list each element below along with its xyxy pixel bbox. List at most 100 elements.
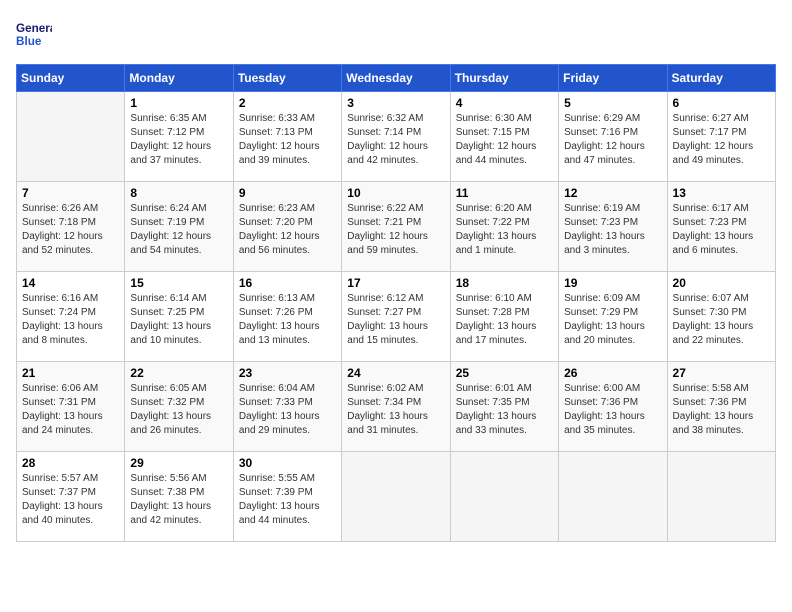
day-cell: 26Sunrise: 6:00 AM Sunset: 7:36 PM Dayli… — [559, 362, 667, 452]
day-info: Sunrise: 6:33 AM Sunset: 7:13 PM Dayligh… — [239, 112, 336, 168]
weekday-header-wednesday: Wednesday — [342, 65, 450, 92]
day-info: Sunrise: 6:06 AM Sunset: 7:31 PM Dayligh… — [22, 382, 119, 438]
day-cell: 7 Sunrise: 6:26 AM Sunset: 7:18 PM Daylig… — [17, 182, 125, 272]
day-cell: 24 Sunrise: 6:02 AM Sunset: 7:34 PM Dayli… — [342, 362, 450, 452]
day-number: 15 — [130, 276, 227, 290]
page-header: General Blue — [16, 16, 776, 52]
day-info: Sunrise: 6:10 AM Sunset: 7:28 PM Dayligh… — [456, 292, 553, 348]
day-number: 19 — [564, 276, 661, 290]
day-info: Sunrise: 5:56 AM Sunset: 7:38 PM Dayligh… — [130, 472, 227, 528]
week-row-5: 28 Sunrise: 5:57 AM Sunset: 7:37 PM Dayli… — [17, 452, 776, 542]
svg-text:Blue: Blue — [16, 35, 42, 48]
week-row-3: 14 Sunrise: 6:16 AM Sunset: 7:24 PM Dayli… — [17, 272, 776, 362]
day-info: Sunrise: 6:23 AM Sunset: 7:20 PM Dayligh… — [239, 202, 336, 258]
day-cell: 18 Sunrise: 6:10 AM Sunset: 7:28 PM Dayli… — [450, 272, 558, 362]
day-number: 3 — [347, 96, 444, 110]
day-cell: 17 Sunrise: 6:12 AM Sunset: 7:27 PM Dayli… — [342, 272, 450, 362]
day-number: 9 — [239, 186, 336, 200]
day-cell — [17, 92, 125, 182]
day-info: Sunrise: 6:02 AM Sunset: 7:34 PM Dayligh… — [347, 382, 444, 438]
weekday-header-monday: Monday — [125, 65, 233, 92]
day-cell: 25 Sunrise: 6:01 AM Sunset: 7:35 PM Dayli… — [450, 362, 558, 452]
day-cell: 2 Sunrise: 6:33 AM Sunset: 7:13 PM Daylig… — [233, 92, 341, 182]
day-cell: 12Sunrise: 6:19 AM Sunset: 7:23 PM Dayli… — [559, 182, 667, 272]
day-cell: 3 Sunrise: 6:32 AM Sunset: 7:14 PM Daylig… — [342, 92, 450, 182]
day-cell: 22 Sunrise: 6:05 AM Sunset: 7:32 PM Dayli… — [125, 362, 233, 452]
day-number: 7 — [22, 186, 119, 200]
day-number: 18 — [456, 276, 553, 290]
day-info: Sunrise: 5:57 AM Sunset: 7:37 PM Dayligh… — [22, 472, 119, 528]
day-number: 28 — [22, 456, 119, 470]
day-cell: 23 Sunrise: 6:04 AM Sunset: 7:33 PM Dayli… — [233, 362, 341, 452]
day-info: Sunrise: 6:16 AM Sunset: 7:24 PM Dayligh… — [22, 292, 119, 348]
day-cell: 9 Sunrise: 6:23 AM Sunset: 7:20 PM Daylig… — [233, 182, 341, 272]
day-number: 1 — [130, 96, 227, 110]
day-number: 2 — [239, 96, 336, 110]
day-info: Sunrise: 6:17 AM Sunset: 7:23 PM Dayligh… — [673, 202, 770, 258]
day-cell: 4 Sunrise: 6:30 AM Sunset: 7:15 PM Daylig… — [450, 92, 558, 182]
day-number: 12 — [564, 186, 661, 200]
day-cell: 6 Sunrise: 6:27 AM Sunset: 7:17 PM Daylig… — [667, 92, 775, 182]
day-number: 22 — [130, 366, 227, 380]
day-number: 23 — [239, 366, 336, 380]
day-info: Sunrise: 6:04 AM Sunset: 7:33 PM Dayligh… — [239, 382, 336, 438]
day-number: 10 — [347, 186, 444, 200]
day-cell: 16Sunrise: 6:13 AM Sunset: 7:26 PM Dayli… — [233, 272, 341, 362]
calendar-table: SundayMondayTuesdayWednesdayThursdayFrid… — [16, 64, 776, 542]
weekday-header-thursday: Thursday — [450, 65, 558, 92]
day-info: Sunrise: 6:01 AM Sunset: 7:35 PM Dayligh… — [456, 382, 553, 438]
day-info: Sunrise: 6:20 AM Sunset: 7:22 PM Dayligh… — [456, 202, 553, 258]
day-cell — [450, 452, 558, 542]
day-number: 20 — [673, 276, 770, 290]
day-number: 30 — [239, 456, 336, 470]
day-number: 13 — [673, 186, 770, 200]
logo-icon: General Blue — [16, 16, 52, 52]
day-cell: 8Sunrise: 6:24 AM Sunset: 7:19 PM Daylig… — [125, 182, 233, 272]
day-info: Sunrise: 6:26 AM Sunset: 7:18 PM Dayligh… — [22, 202, 119, 258]
day-number: 25 — [456, 366, 553, 380]
day-number: 4 — [456, 96, 553, 110]
day-cell — [667, 452, 775, 542]
weekday-header-friday: Friday — [559, 65, 667, 92]
day-info: Sunrise: 6:13 AM Sunset: 7:26 PM Dayligh… — [239, 292, 336, 348]
weekday-header-saturday: Saturday — [667, 65, 775, 92]
day-info: Sunrise: 6:14 AM Sunset: 7:25 PM Dayligh… — [130, 292, 227, 348]
day-number: 24 — [347, 366, 444, 380]
day-cell: 30 Sunrise: 5:55 AM Sunset: 7:39 PM Dayli… — [233, 452, 341, 542]
day-info: Sunrise: 6:27 AM Sunset: 7:17 PM Dayligh… — [673, 112, 770, 168]
day-cell: 20Sunrise: 6:07 AM Sunset: 7:30 PM Dayli… — [667, 272, 775, 362]
day-cell: 21 Sunrise: 6:06 AM Sunset: 7:31 PM Dayli… — [17, 362, 125, 452]
day-cell: 19 Sunrise: 6:09 AM Sunset: 7:29 PM Dayli… — [559, 272, 667, 362]
day-cell: 14 Sunrise: 6:16 AM Sunset: 7:24 PM Dayli… — [17, 272, 125, 362]
day-cell: 10 Sunrise: 6:22 AM Sunset: 7:21 PM Dayli… — [342, 182, 450, 272]
day-cell — [342, 452, 450, 542]
day-info: Sunrise: 5:58 AM Sunset: 7:36 PM Dayligh… — [673, 382, 770, 438]
day-cell: 5Sunrise: 6:29 AM Sunset: 7:16 PM Daylig… — [559, 92, 667, 182]
day-info: Sunrise: 6:09 AM Sunset: 7:29 PM Dayligh… — [564, 292, 661, 348]
weekday-header-sunday: Sunday — [17, 65, 125, 92]
day-number: 14 — [22, 276, 119, 290]
day-cell — [559, 452, 667, 542]
day-info: Sunrise: 6:30 AM Sunset: 7:15 PM Dayligh… — [456, 112, 553, 168]
day-info: Sunrise: 6:22 AM Sunset: 7:21 PM Dayligh… — [347, 202, 444, 258]
day-info: Sunrise: 6:35 AM Sunset: 7:12 PM Dayligh… — [130, 112, 227, 168]
day-number: 8 — [130, 186, 227, 200]
day-info: Sunrise: 6:29 AM Sunset: 7:16 PM Dayligh… — [564, 112, 661, 168]
day-number: 27 — [673, 366, 770, 380]
day-info: Sunrise: 6:05 AM Sunset: 7:32 PM Dayligh… — [130, 382, 227, 438]
day-cell: 29 Sunrise: 5:56 AM Sunset: 7:38 PM Dayli… — [125, 452, 233, 542]
day-number: 6 — [673, 96, 770, 110]
day-number: 26 — [564, 366, 661, 380]
week-row-1: 1 Sunrise: 6:35 AM Sunset: 7:12 PM Daylig… — [17, 92, 776, 182]
day-info: Sunrise: 6:12 AM Sunset: 7:27 PM Dayligh… — [347, 292, 444, 348]
day-info: Sunrise: 5:55 AM Sunset: 7:39 PM Dayligh… — [239, 472, 336, 528]
day-number: 17 — [347, 276, 444, 290]
day-cell: 11Sunrise: 6:20 AM Sunset: 7:22 PM Dayli… — [450, 182, 558, 272]
calendar-header-row: SundayMondayTuesdayWednesdayThursdayFrid… — [17, 65, 776, 92]
day-info: Sunrise: 6:32 AM Sunset: 7:14 PM Dayligh… — [347, 112, 444, 168]
day-number: 21 — [22, 366, 119, 380]
day-cell: 1 Sunrise: 6:35 AM Sunset: 7:12 PM Daylig… — [125, 92, 233, 182]
week-row-4: 21 Sunrise: 6:06 AM Sunset: 7:31 PM Dayli… — [17, 362, 776, 452]
day-number: 29 — [130, 456, 227, 470]
day-cell: 15 Sunrise: 6:14 AM Sunset: 7:25 PM Dayli… — [125, 272, 233, 362]
